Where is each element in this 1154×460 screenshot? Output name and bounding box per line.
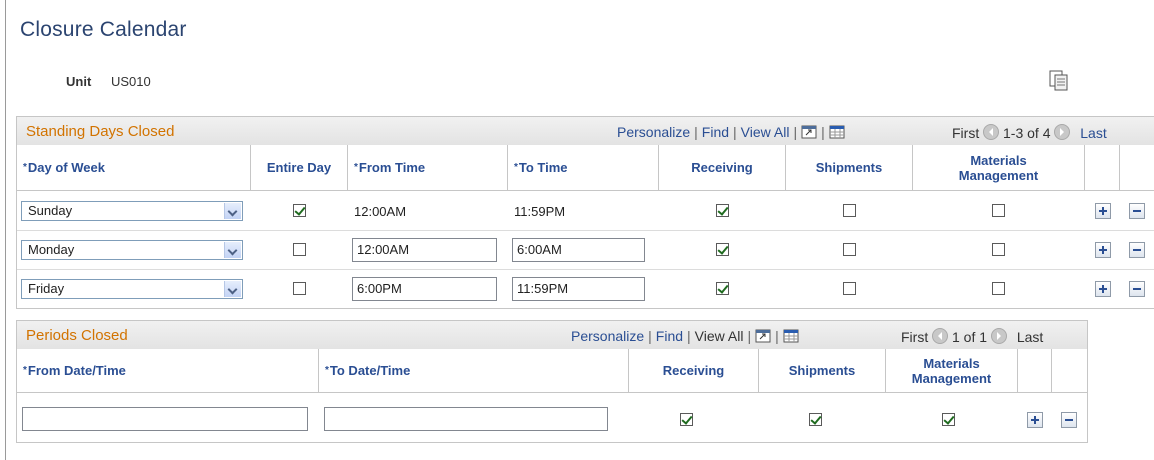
download-spreadsheet-icon[interactable] [829, 125, 845, 139]
previous-arrow-icon[interactable] [983, 124, 1000, 140]
receiving-checkbox[interactable] [716, 243, 729, 256]
col-shipments[interactable]: Shipments [786, 145, 913, 191]
table-row: Sunday 12:00AM 11:59PM [17, 192, 1154, 231]
delete-row-icon[interactable] [1129, 281, 1145, 297]
grid-header: Periods Closed Personalize | Find | View All… [17, 321, 1087, 350]
add-row-icon[interactable] [1095, 203, 1111, 219]
from-time-input[interactable]: 12:00AM [352, 238, 497, 262]
delete-row-icon[interactable] [1129, 203, 1145, 219]
grid-pager: First 1 of 1 Last [901, 328, 1043, 345]
add-row-icon[interactable] [1027, 412, 1043, 428]
add-row-icon[interactable] [1095, 242, 1111, 258]
last-link[interactable]: Last [1080, 125, 1106, 141]
personalize-link[interactable]: Personalize [571, 328, 644, 344]
find-link[interactable]: Find [702, 124, 729, 140]
col-to-time[interactable]: * To Time [508, 145, 659, 191]
grid-pager: First 1-3 of 4 Last [952, 124, 1107, 141]
from-time-input[interactable]: 6:00PM [352, 277, 497, 301]
delete-row-icon[interactable] [1061, 412, 1077, 428]
shipments-checkbox[interactable] [843, 204, 856, 217]
day-of-week-select[interactable]: Monday [21, 240, 243, 260]
receiving-checkbox[interactable] [680, 413, 693, 426]
col-receiving[interactable]: Receiving [659, 145, 786, 191]
entire-day-checkbox[interactable] [293, 243, 306, 256]
personalize-link[interactable]: Personalize [617, 124, 690, 140]
find-link[interactable]: Find [656, 328, 683, 344]
entire-day-checkbox[interactable] [293, 204, 306, 217]
chevron-down-icon [224, 203, 241, 219]
shipments-checkbox[interactable] [809, 413, 822, 426]
materials-checkbox[interactable] [942, 413, 955, 426]
receiving-checkbox[interactable] [716, 204, 729, 217]
from-time-value: 12:00AM [354, 204, 407, 219]
materials-checkbox[interactable] [992, 204, 1005, 217]
table-row: Monday 12:00AM 6:00AM [17, 231, 1154, 270]
grid-header: Standing Days Closed Personalize | Find | Vi… [17, 117, 1154, 146]
col-entire-day[interactable]: Entire Day [251, 145, 348, 191]
shipments-checkbox[interactable] [843, 282, 856, 295]
chevron-down-icon [224, 281, 241, 297]
view-grid-icon[interactable] [755, 329, 771, 343]
receiving-checkbox[interactable] [716, 282, 729, 295]
col-delete [1052, 349, 1087, 393]
previous-arrow-icon[interactable] [932, 328, 949, 344]
unit-label: Unit [66, 74, 92, 89]
first-label: First [952, 125, 980, 141]
chevron-down-icon [224, 242, 241, 258]
entire-day-checkbox[interactable] [293, 282, 306, 295]
page-title: Closure Calendar [20, 18, 187, 41]
materials-checkbox[interactable] [992, 243, 1005, 256]
col-materials-management[interactable]: Materials Management [886, 349, 1018, 393]
add-row-icon[interactable] [1095, 281, 1111, 297]
col-materials-management[interactable]: Materials Management [913, 145, 1085, 191]
grid-navigation: Personalize | Find | View All | | [617, 124, 845, 140]
copy-document-icon[interactable] [1048, 69, 1070, 93]
download-spreadsheet-icon[interactable] [783, 329, 799, 343]
col-add [1018, 349, 1052, 393]
first-label: First [901, 329, 929, 345]
col-shipments[interactable]: Shipments [759, 349, 886, 393]
materials-checkbox[interactable] [992, 282, 1005, 295]
periods-closed-grid: Periods Closed Personalize | Find | View All… [16, 320, 1088, 443]
shipments-checkbox[interactable] [843, 243, 856, 256]
col-from-time[interactable]: * From Time [348, 145, 508, 191]
view-grid-icon[interactable] [801, 125, 817, 139]
table-row: Friday 6:00PM 11:59PM [17, 270, 1154, 307]
grid-title: Standing Days Closed [26, 123, 175, 140]
to-time-value: 11:59PM [514, 204, 566, 219]
next-arrow-icon[interactable] [990, 328, 1007, 344]
grid-navigation: Personalize | Find | View All | | [571, 328, 799, 344]
row-range: 1 of 1 [952, 329, 988, 345]
col-from-datetime[interactable]: * From Date/Time [17, 349, 319, 393]
from-datetime-input[interactable] [22, 407, 308, 431]
col-delete [1120, 145, 1154, 191]
col-receiving[interactable]: Receiving [629, 349, 759, 393]
row-range: 1-3 of 4 [1003, 125, 1051, 141]
next-arrow-icon[interactable] [1054, 124, 1071, 140]
left-border [5, 0, 6, 460]
to-time-input[interactable]: 6:00AM [512, 238, 645, 262]
view-all-link[interactable]: View All [741, 124, 790, 140]
day-of-week-select[interactable]: Friday [21, 279, 243, 299]
col-add [1085, 145, 1120, 191]
grid-title: Periods Closed [26, 327, 128, 344]
col-to-datetime[interactable]: * To Date/Time [319, 349, 629, 393]
day-of-week-select[interactable]: Sunday [21, 201, 243, 221]
delete-row-icon[interactable] [1129, 242, 1145, 258]
col-day-of-week[interactable]: * Day of Week [17, 145, 251, 191]
to-datetime-input[interactable] [324, 407, 608, 431]
last-label: Last [1016, 329, 1044, 345]
to-time-input[interactable]: 11:59PM [512, 277, 645, 301]
table-row [17, 394, 1087, 441]
view-all-text: View All [694, 328, 744, 344]
standing-days-grid: Standing Days Closed Personalize | Find | Vi… [16, 116, 1154, 309]
unit-value: US010 [111, 74, 151, 89]
